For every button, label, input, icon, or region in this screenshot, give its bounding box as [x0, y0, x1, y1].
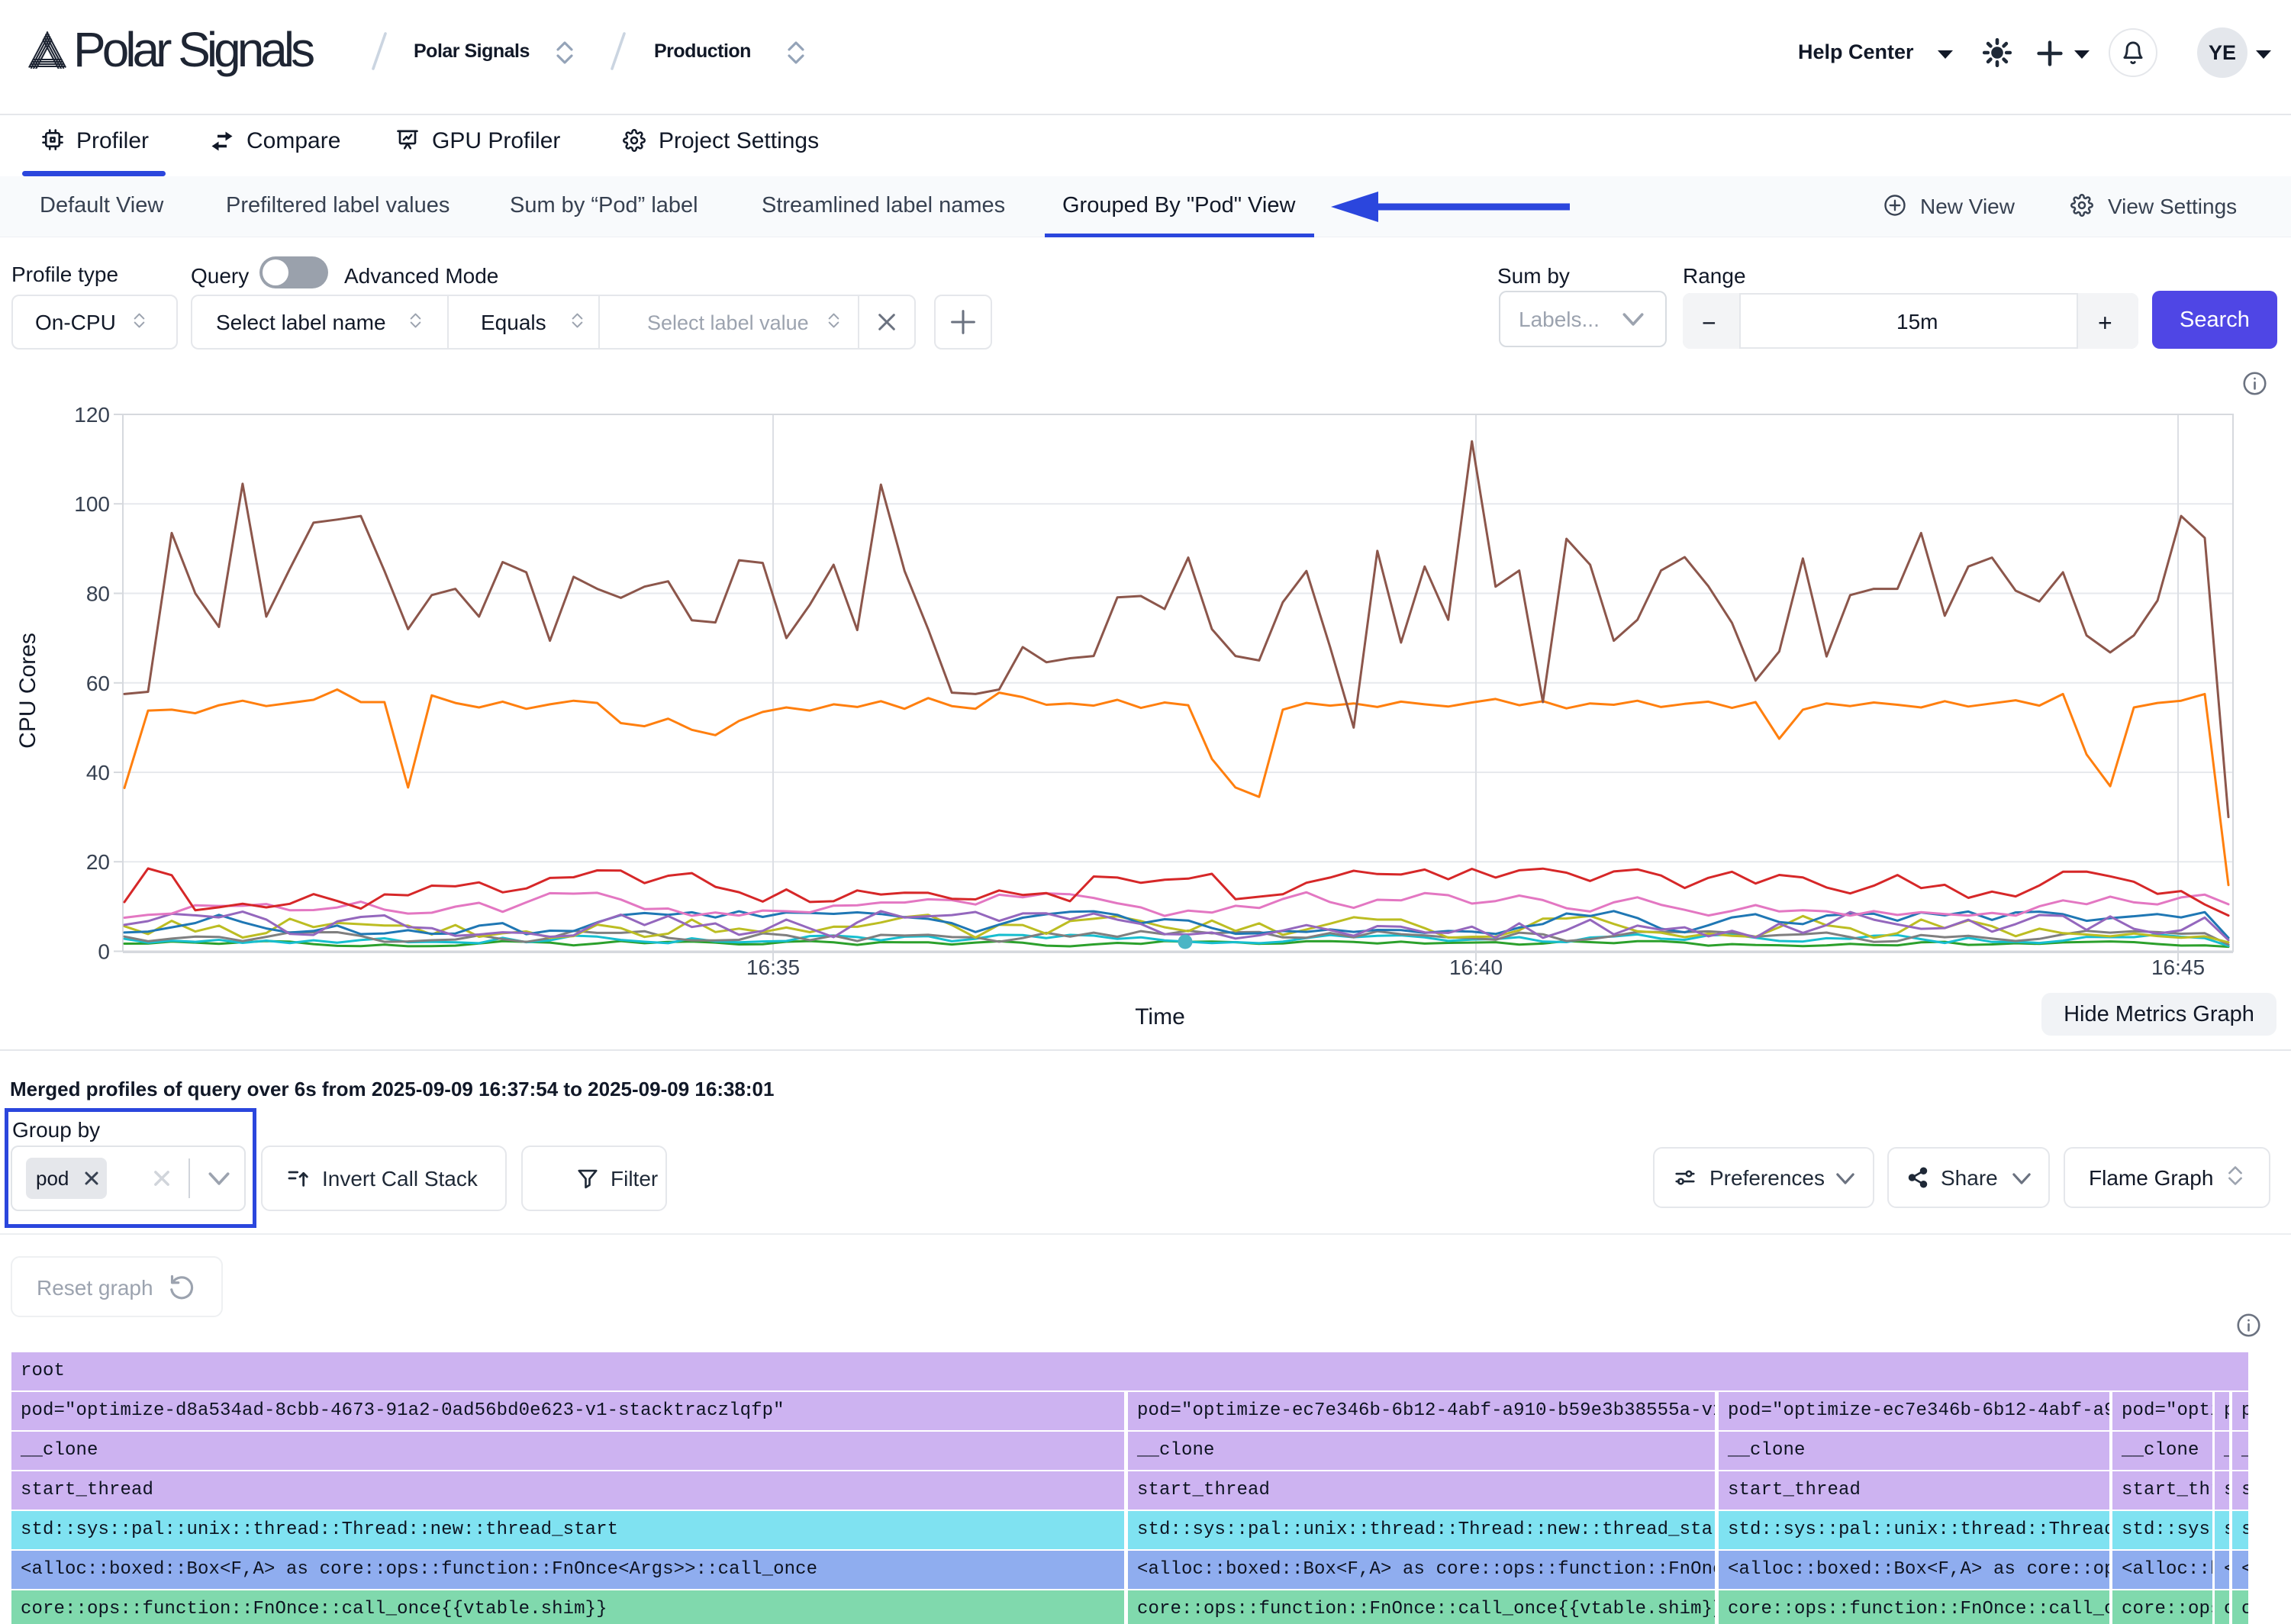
svg-text:60: 60: [86, 672, 110, 695]
svg-text:Time: Time: [1135, 1004, 1185, 1030]
svg-text:100: 100: [74, 492, 110, 516]
svg-text:16:45: 16:45: [2151, 955, 2205, 979]
svg-text:16:35: 16:35: [746, 955, 800, 979]
svg-text:20: 20: [86, 850, 110, 874]
svg-text:0: 0: [98, 940, 110, 964]
svg-text:40: 40: [86, 761, 110, 785]
svg-text:80: 80: [86, 582, 110, 606]
svg-text:CPU Cores: CPU Cores: [15, 633, 40, 749]
svg-text:16:40: 16:40: [1449, 955, 1503, 979]
svg-text:120: 120: [74, 403, 110, 427]
